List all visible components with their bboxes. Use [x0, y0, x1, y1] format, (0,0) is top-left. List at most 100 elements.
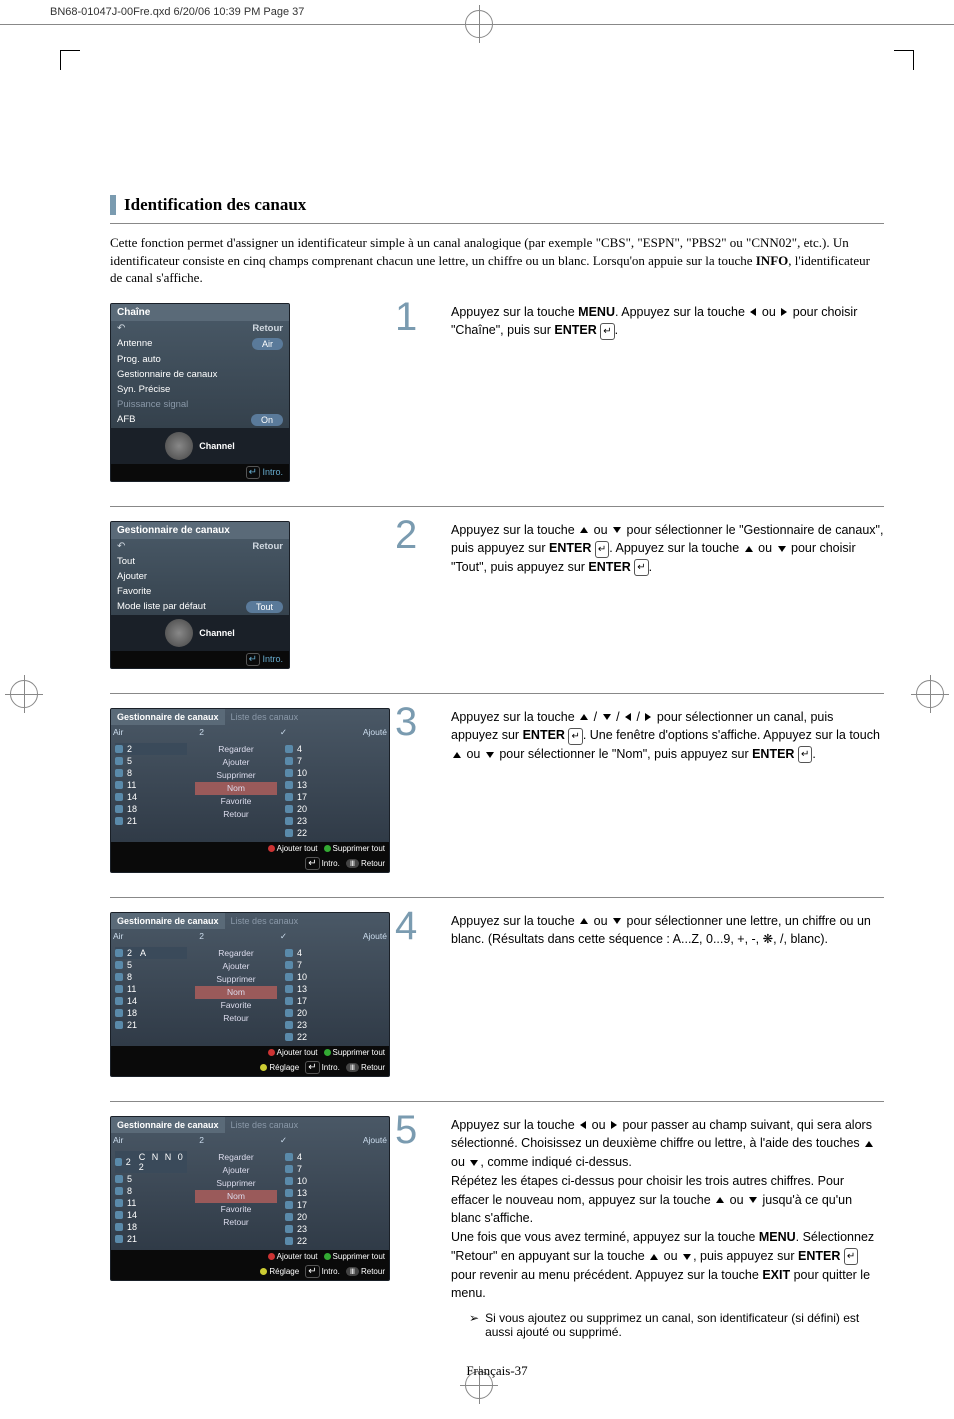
arrow-down-icon: [470, 1160, 478, 1166]
section-title-block: Identification des canaux: [110, 195, 884, 215]
intro-info-bold: INFO: [756, 253, 789, 268]
option-item: Ajouter: [195, 756, 277, 769]
pill-value: Tout: [246, 601, 283, 613]
option-item: Favorite: [195, 1203, 277, 1216]
channel-item: 20: [285, 1007, 367, 1019]
enter-icon: ↵: [798, 746, 812, 763]
channel-item: 17: [285, 995, 367, 1007]
pill-value: On: [251, 414, 283, 426]
tv-title: Gestionnaire de canaux: [111, 522, 289, 539]
channel-item: 10: [285, 767, 367, 779]
step-number: 3: [395, 702, 417, 742]
enter-icon: ↵: [305, 1061, 319, 1074]
channel-item: 11: [115, 1197, 187, 1209]
channel-item: 5: [115, 1173, 187, 1185]
channel-col-left: 2C N N 0 25811141821: [111, 1148, 191, 1250]
tv-bottom-bar: Channel: [111, 615, 289, 651]
step-3-row: Gestionnaire de canauxListe des canaux A…: [110, 693, 884, 873]
enter-icon: ↵: [568, 728, 582, 745]
step-number: 5: [395, 1110, 417, 1150]
enter-icon: ↵: [246, 466, 260, 479]
option-item: Retour: [195, 808, 277, 821]
red-dot-icon: [268, 1253, 275, 1260]
tv-row: Tout: [111, 554, 289, 569]
options-col: RegarderAjouterSupprimerNomFavoriteRetou…: [191, 1148, 281, 1250]
tv-footer: ↵ Intro.: [111, 464, 289, 481]
step-number: 4: [395, 906, 417, 946]
channel-item: 8: [115, 971, 187, 983]
channel-item: 10: [285, 1175, 367, 1187]
tv-footer: Ajouter tout Supprimer tout: [111, 842, 389, 855]
arrow-up-icon: [453, 752, 461, 758]
arrow-down-icon: [486, 752, 494, 758]
red-dot-icon: [268, 845, 275, 852]
channel-item: 22: [285, 1031, 367, 1043]
arrow-down-icon: [603, 714, 611, 720]
channel-item: 22: [285, 1235, 367, 1247]
note: ➢ Si vous ajoutez ou supprimez un canal,…: [469, 1311, 884, 1339]
arrow-up-icon: [580, 527, 588, 533]
green-dot-icon: [324, 1253, 331, 1260]
page-number: Français-37: [110, 1363, 884, 1379]
channel-item: 17: [285, 791, 367, 803]
green-dot-icon: [324, 1049, 331, 1056]
return-icon: [117, 323, 128, 334]
return-icon: [117, 541, 128, 552]
channel-item: 10: [285, 971, 367, 983]
channel-item: 4: [285, 1151, 367, 1163]
channel-item: 21: [115, 1233, 187, 1245]
arrow-up-icon: [650, 1254, 658, 1260]
channel-item: 4: [285, 947, 367, 959]
tv-footer: ↵Intro. ⅢRetour: [111, 855, 389, 872]
channel-item: 8: [115, 767, 187, 779]
channel-item: 7: [285, 1163, 367, 1175]
section-title: Identification des canaux: [124, 195, 884, 215]
channel-item: 14: [115, 1209, 187, 1221]
step-4-row: Gestionnaire de canauxListe des canaux A…: [110, 897, 884, 1077]
tv-screenshot-gestionnaire: Gestionnaire de canaux Retour Tout Ajout…: [110, 521, 290, 669]
option-item: Supprimer: [195, 769, 277, 782]
arrow-up-icon: [580, 714, 588, 720]
tv-bottom-bar: Channel: [111, 428, 289, 464]
enter-icon: ↵: [844, 1248, 858, 1265]
channel-item: 18: [115, 1007, 187, 1019]
tv-footer: Réglage ↵Intro. ⅢRetour: [111, 1059, 389, 1076]
tv-row: Ajouter: [111, 569, 289, 584]
step-number: 1: [395, 297, 417, 337]
step-2-row: Gestionnaire de canaux Retour Tout Ajout…: [110, 506, 884, 669]
option-item: Regarder: [195, 1151, 277, 1164]
channel-item: 13: [285, 1187, 367, 1199]
tv-footer: ↵ Intro.: [111, 651, 289, 668]
tv-footer: Réglage ↵Intro. ⅢRetour: [111, 1263, 389, 1280]
tv-row: AntenneAir: [111, 336, 289, 352]
channel-item: 2A: [115, 947, 187, 959]
remote-dpad-icon: [165, 432, 193, 460]
arrow-down-icon: [683, 1254, 691, 1260]
tv-return-row: Retour: [111, 539, 289, 554]
option-item: Supprimer: [195, 973, 277, 986]
arrow-up-icon: [865, 1141, 873, 1147]
enter-icon: ↵: [595, 541, 609, 558]
channel-item: 20: [285, 1211, 367, 1223]
tv-row: Mode liste par défautTout: [111, 599, 289, 615]
yellow-dot-icon: [260, 1268, 267, 1275]
option-item: Nom: [195, 986, 277, 999]
channel-item: 2: [115, 743, 187, 755]
options-col: RegarderAjouterSupprimerNomFavoriteRetou…: [191, 944, 281, 1046]
option-item: Supprimer: [195, 1177, 277, 1190]
tv-footer: Ajouter tout Supprimer tout: [111, 1046, 389, 1059]
channel-item: 23: [285, 815, 367, 827]
channel-item: 20: [285, 803, 367, 815]
step-text: Appuyez sur la touche ou pour sélectionn…: [451, 521, 884, 577]
enter-icon: ↵: [305, 857, 319, 870]
arrow-up-icon: [580, 918, 588, 924]
channel-item: 13: [285, 779, 367, 791]
channel-item: 17: [285, 1199, 367, 1211]
arrow-left-icon: [750, 308, 756, 316]
tv-footer: Ajouter tout Supprimer tout: [111, 1250, 389, 1263]
tv-screenshot-list-3: Gestionnaire de canauxListe des canaux A…: [110, 1116, 390, 1281]
divider: [110, 223, 884, 224]
option-item: Favorite: [195, 795, 277, 808]
channel-item: 21: [115, 1019, 187, 1031]
channel-item: 23: [285, 1223, 367, 1235]
